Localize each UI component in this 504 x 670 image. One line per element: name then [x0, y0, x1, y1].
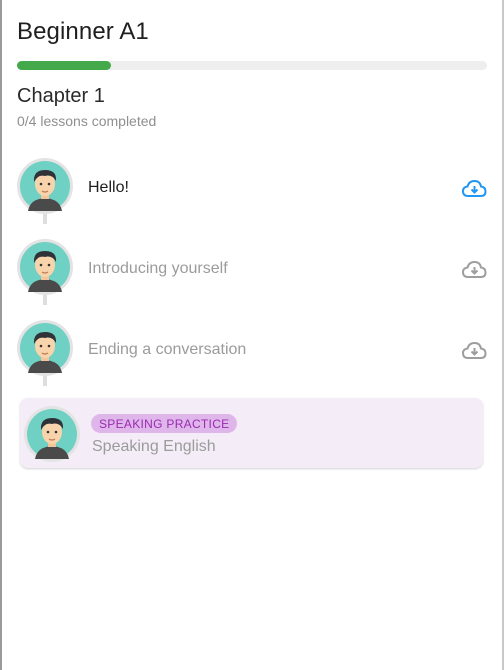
course-progress-fill — [17, 61, 111, 70]
avatar-icon — [20, 161, 70, 211]
lesson-title: Hello! — [88, 179, 129, 196]
avatar-icon — [20, 242, 70, 292]
window-left-edge — [0, 0, 2, 670]
lesson-item-ending-a-conversation[interactable]: Ending a conversation — [17, 320, 487, 386]
course-progress-bar — [17, 61, 487, 70]
speaking-practice-card[interactable]: SPEAKING PRACTICE Speaking English — [20, 398, 483, 468]
lesson-title: Introducing yourself — [88, 260, 228, 277]
speaking-practice-badge: SPEAKING PRACTICE — [91, 414, 238, 433]
lesson-connector — [43, 376, 47, 386]
lesson-connector — [43, 214, 47, 224]
lesson-avatar — [17, 239, 73, 295]
lesson-title: Ending a conversation — [88, 341, 247, 358]
chapter-progress-text: 0/4 lessons completed — [17, 113, 157, 129]
avatar-icon — [27, 409, 77, 459]
lesson-avatar — [17, 158, 73, 214]
course-title: Beginner A1 — [17, 18, 149, 45]
lesson-avatar — [17, 320, 73, 376]
chapter-title: Chapter 1 — [17, 85, 105, 107]
cloud-download-icon[interactable] — [461, 260, 487, 280]
lesson-connector — [43, 295, 47, 305]
practice-avatar — [24, 406, 80, 462]
avatar-icon — [20, 323, 70, 373]
lesson-item-hello[interactable]: Hello! — [17, 158, 487, 224]
practice-title: Speaking English — [92, 438, 216, 455]
lesson-item-introducing-yourself[interactable]: Introducing yourself — [17, 239, 487, 305]
cloud-download-icon[interactable] — [461, 179, 487, 199]
cloud-download-icon[interactable] — [461, 341, 487, 361]
